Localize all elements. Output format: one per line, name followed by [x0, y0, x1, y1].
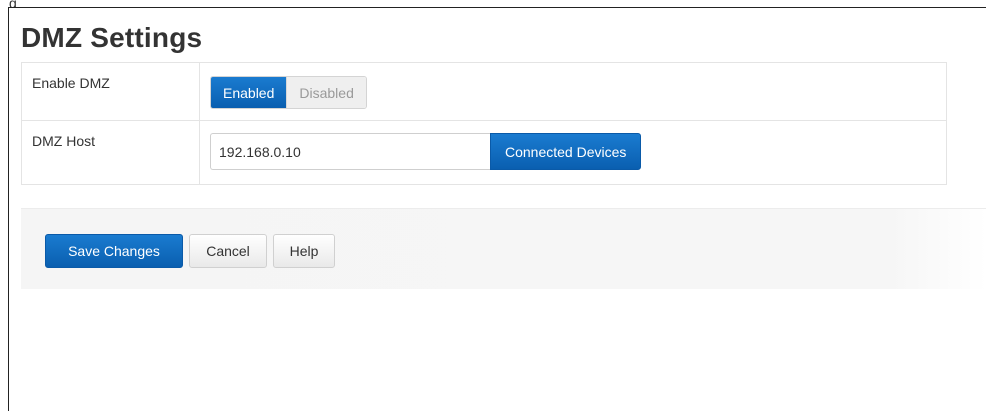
enable-dmz-toggle: Enabled Disabled: [210, 76, 367, 109]
dmz-host-input-group: Connected Devices: [210, 133, 642, 170]
content-frame: g DMZ Settings Enable DMZ Enabled Disabl…: [8, 0, 986, 411]
dmz-host-row: DMZ Host Connected Devices: [22, 121, 946, 185]
page-title: DMZ Settings: [21, 22, 203, 53]
dmz-host-input[interactable]: [210, 133, 490, 170]
dmz-host-value: Connected Devices: [200, 121, 946, 184]
dmz-host-label: DMZ Host: [22, 121, 200, 184]
help-button[interactable]: Help: [273, 234, 335, 268]
disabled-button[interactable]: Disabled: [286, 77, 366, 108]
enabled-button[interactable]: Enabled: [211, 77, 287, 108]
cancel-button[interactable]: Cancel: [189, 234, 267, 268]
enable-dmz-value: Enabled Disabled: [200, 63, 946, 120]
connected-devices-button[interactable]: Connected Devices: [490, 133, 642, 170]
clipped-heading-glyph: g: [9, 0, 17, 7]
action-bar: Save Changes Cancel Help: [21, 208, 986, 289]
enable-dmz-label: Enable DMZ: [22, 63, 200, 120]
settings-table: Enable DMZ Enabled Disabled DMZ Host Con…: [21, 62, 947, 185]
enable-dmz-row: Enable DMZ Enabled Disabled: [22, 63, 946, 121]
save-changes-button[interactable]: Save Changes: [45, 234, 183, 268]
